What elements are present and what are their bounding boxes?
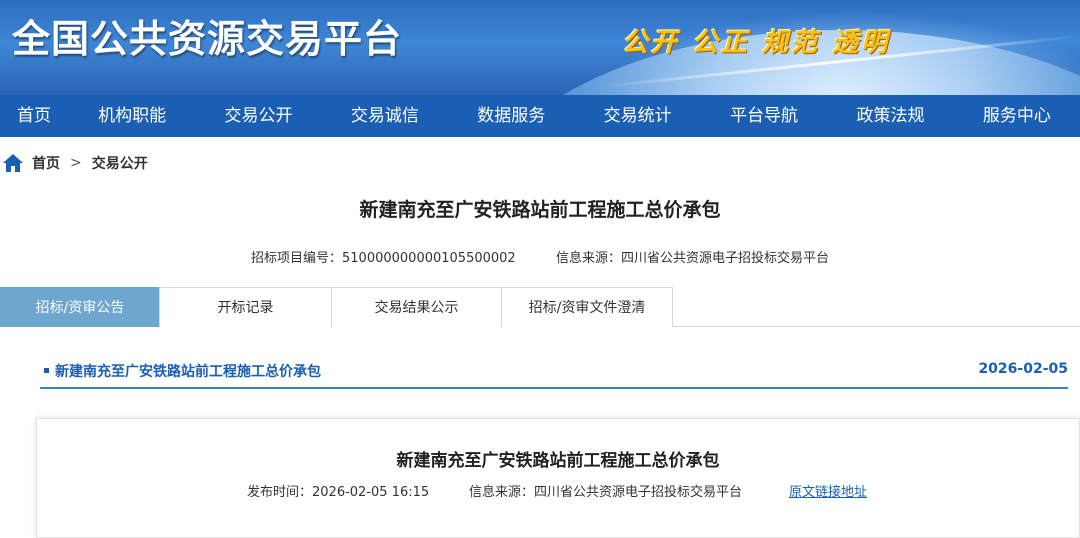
nav-item-platform-guide[interactable]: 平台导航	[701, 95, 827, 137]
breadcrumb-separator: >	[70, 155, 82, 171]
tab-bidding-notice[interactable]: 招标/资审公告	[0, 287, 160, 327]
breadcrumb-current[interactable]: 交易公开	[92, 153, 148, 173]
tab-result-publicity[interactable]: 交易结果公示	[331, 287, 502, 327]
breadcrumb: 首页 > 交易公开	[0, 137, 1080, 189]
publish-time: 发布时间：2026-02-05 16:15	[247, 481, 429, 500]
project-code: 510000000000105500002	[342, 251, 516, 266]
tab-bar: 招标/资审公告 开标记录 交易结果公示 招标/资审文件澄清	[0, 287, 1080, 327]
nav-item-policy[interactable]: 政策法规	[827, 95, 953, 137]
publish-value: 2026-02-05 16:15	[312, 485, 430, 500]
page-title: 新建南充至广安铁路站前工程施工总价承包	[359, 199, 721, 221]
tab-opening-record[interactable]: 开标记录	[159, 287, 332, 327]
project-meta: 招标项目编号：510000000000105500002 信息来源：四川省公共资…	[0, 247, 1080, 267]
project-source: 四川省公共资源电子招投标交易平台	[621, 251, 830, 266]
home-icon[interactable]	[2, 153, 24, 173]
notice-date: 2026-02-05	[978, 361, 1068, 377]
notice-title-link[interactable]: 新建南充至广安铁路站前工程施工总价承包	[44, 361, 321, 381]
original-link[interactable]: 原文链接地址	[789, 481, 867, 500]
nav-item-home[interactable]: 首页	[0, 95, 69, 137]
tab-document-clarification[interactable]: 招标/资审文件澄清	[501, 287, 673, 327]
divider	[40, 387, 1068, 389]
nav-item-trading-integrity[interactable]: 交易诚信	[322, 95, 448, 137]
main-nav: 首页 机构职能 交易公开 交易诚信 数据服务 交易统计 平台导航 政策法规 服务…	[0, 95, 1080, 137]
nav-item-institution[interactable]: 机构职能	[69, 95, 195, 137]
publish-label: 发布时间：	[247, 485, 313, 500]
bullet-icon	[44, 367, 49, 373]
project-source-label: 信息来源：	[555, 251, 621, 266]
detail-source-value: 四川省公共资源电子招投标交易平台	[534, 485, 743, 500]
site-title[interactable]: 全国公共资源交易平台	[12, 8, 402, 63]
nav-item-data-service[interactable]: 数据服务	[448, 95, 574, 137]
notice-title[interactable]: 新建南充至广安铁路站前工程施工总价承包	[55, 364, 321, 380]
notice-detail-card: 新建南充至广安铁路站前工程施工总价承包 发布时间：2026-02-05 16:1…	[36, 418, 1080, 538]
detail-title: 新建南充至广安铁路站前工程施工总价承包	[396, 451, 720, 471]
detail-source-label: 信息来源：	[469, 485, 535, 500]
site-slogan: 公开 公正 规范 透明	[622, 28, 891, 58]
notice-list-item: 新建南充至广安铁路站前工程施工总价承包 2026-02-05	[0, 351, 1080, 395]
nav-item-statistics[interactable]: 交易统计	[574, 95, 700, 137]
breadcrumb-home[interactable]: 首页	[32, 153, 60, 173]
nav-item-trading-public[interactable]: 交易公开	[195, 95, 321, 137]
project-code-label: 招标项目编号：	[250, 251, 342, 266]
nav-item-service-center[interactable]: 服务中心	[954, 95, 1080, 137]
detail-source: 信息来源：四川省公共资源电子招投标交易平台	[469, 481, 742, 500]
site-banner: 全国公共资源交易平台 公开 公正 规范 透明	[0, 0, 1080, 95]
